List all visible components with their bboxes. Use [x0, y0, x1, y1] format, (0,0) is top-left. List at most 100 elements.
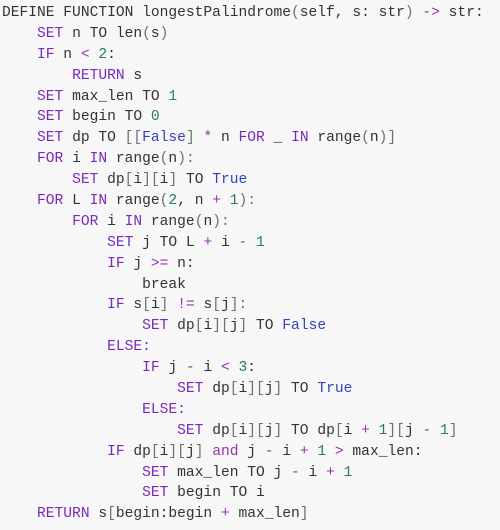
code-line: FOR L IN range(2, n + 1):: [0, 191, 500, 212]
code-line: ELSE:: [0, 400, 500, 421]
code-token: True: [317, 381, 353, 398]
code-token: ]: [238, 318, 248, 335]
code-line: SET dp TO [[False] * n FOR _ IN range(n)…: [0, 128, 500, 149]
code-token: +: [326, 464, 335, 481]
code-token: ): [159, 25, 169, 42]
code-token: TO dp: [282, 422, 335, 439]
code-token: ]: [299, 506, 309, 523]
code-token: range: [107, 193, 160, 210]
code-token: j TO L: [133, 234, 204, 251]
code-token: j: [238, 443, 265, 460]
code-token: 1: [343, 464, 353, 481]
code-token: +: [212, 193, 221, 210]
code-line: SET dp[i][i] TO True: [0, 170, 500, 191]
code-line: FOR i IN range(n):: [0, 212, 500, 233]
code-token: DEFINE FUNCTION longestPalindrome: [2, 5, 292, 21]
code-token: n: [212, 130, 239, 147]
code-token: i: [98, 213, 125, 230]
code-line: SET dp[i][j] TO False: [0, 316, 500, 337]
code-token: i: [133, 172, 143, 189]
code-token: , n: [177, 193, 213, 210]
code-token: n:: [168, 255, 195, 272]
code-token: _: [264, 130, 292, 147]
code-line: DEFINE FUNCTION longestPalindrome(self, …: [0, 3, 500, 24]
code-token: *: [203, 130, 213, 147]
code-token: begin TO i: [168, 485, 265, 502]
code-token: break: [142, 276, 186, 293]
code-token: j: [264, 381, 274, 398]
code-token: j: [229, 318, 239, 335]
code-token: SET: [142, 485, 169, 502]
code-token: IF: [142, 360, 160, 377]
code-token: i: [194, 360, 221, 377]
code-token: ]:: [229, 297, 248, 314]
code-line: IF n < 2:: [0, 45, 500, 66]
code-token: 3: [238, 360, 248, 377]
code-line: SET dp[i][j] TO dp[i + 1][j - 1]: [0, 421, 500, 442]
code-token: ELSE:: [107, 339, 151, 356]
code-line: ELSE:: [0, 337, 500, 358]
code-token: False: [282, 318, 327, 335]
code-token: 1: [317, 443, 327, 460]
code-token: ]: [168, 172, 178, 189]
code-line: IF dp[i][j] and j - i + 1 > max_len:: [0, 442, 500, 463]
code-token: 1: [256, 234, 265, 251]
code-token: True: [212, 172, 248, 189]
code-token: i: [238, 422, 248, 439]
code-line: SET n TO len(s): [0, 24, 500, 45]
code-token: SET: [142, 318, 169, 335]
code-token: -: [422, 422, 432, 439]
code-token: ]: [185, 130, 195, 147]
code-token: self, s: str: [299, 5, 405, 21]
code-token: SET: [177, 422, 204, 439]
code-token: RETURN: [72, 67, 125, 84]
code-token: ):: [177, 151, 195, 168]
code-token: i: [203, 318, 213, 335]
code-token: [: [334, 422, 344, 439]
code-token: -: [185, 360, 195, 377]
code-token: range: [142, 213, 195, 230]
code-token: begin TO: [63, 109, 151, 126]
code-token: +: [299, 443, 309, 460]
code-token: i: [299, 464, 327, 481]
code-token: -: [238, 234, 248, 251]
code-token: +: [220, 506, 230, 523]
code-token: SET: [37, 25, 64, 42]
code-token: n: [168, 151, 178, 168]
code-token: 2: [98, 46, 108, 63]
code-token: ][: [212, 318, 230, 335]
code-line: SET max_len TO 1: [0, 87, 500, 108]
code-line: SET begin TO i: [0, 483, 500, 504]
code-token: n: [54, 46, 81, 63]
code-line: RETURN s: [0, 66, 500, 87]
code-token: j: [159, 360, 186, 377]
code-token: -: [264, 443, 274, 460]
code-token: range: [308, 130, 362, 147]
code-token: j: [220, 297, 230, 314]
code-line: IF j - i < 3:: [0, 358, 500, 379]
code-token: SET: [72, 172, 99, 189]
code-token: IN: [291, 130, 309, 147]
code-token: dp: [168, 318, 195, 335]
code-line: IF j >= n:: [0, 254, 500, 275]
code-line: SET max_len TO j - i + 1: [0, 463, 500, 484]
code-token: s: [89, 506, 108, 523]
code-token: IF: [107, 443, 125, 460]
code-token: (: [361, 130, 370, 147]
